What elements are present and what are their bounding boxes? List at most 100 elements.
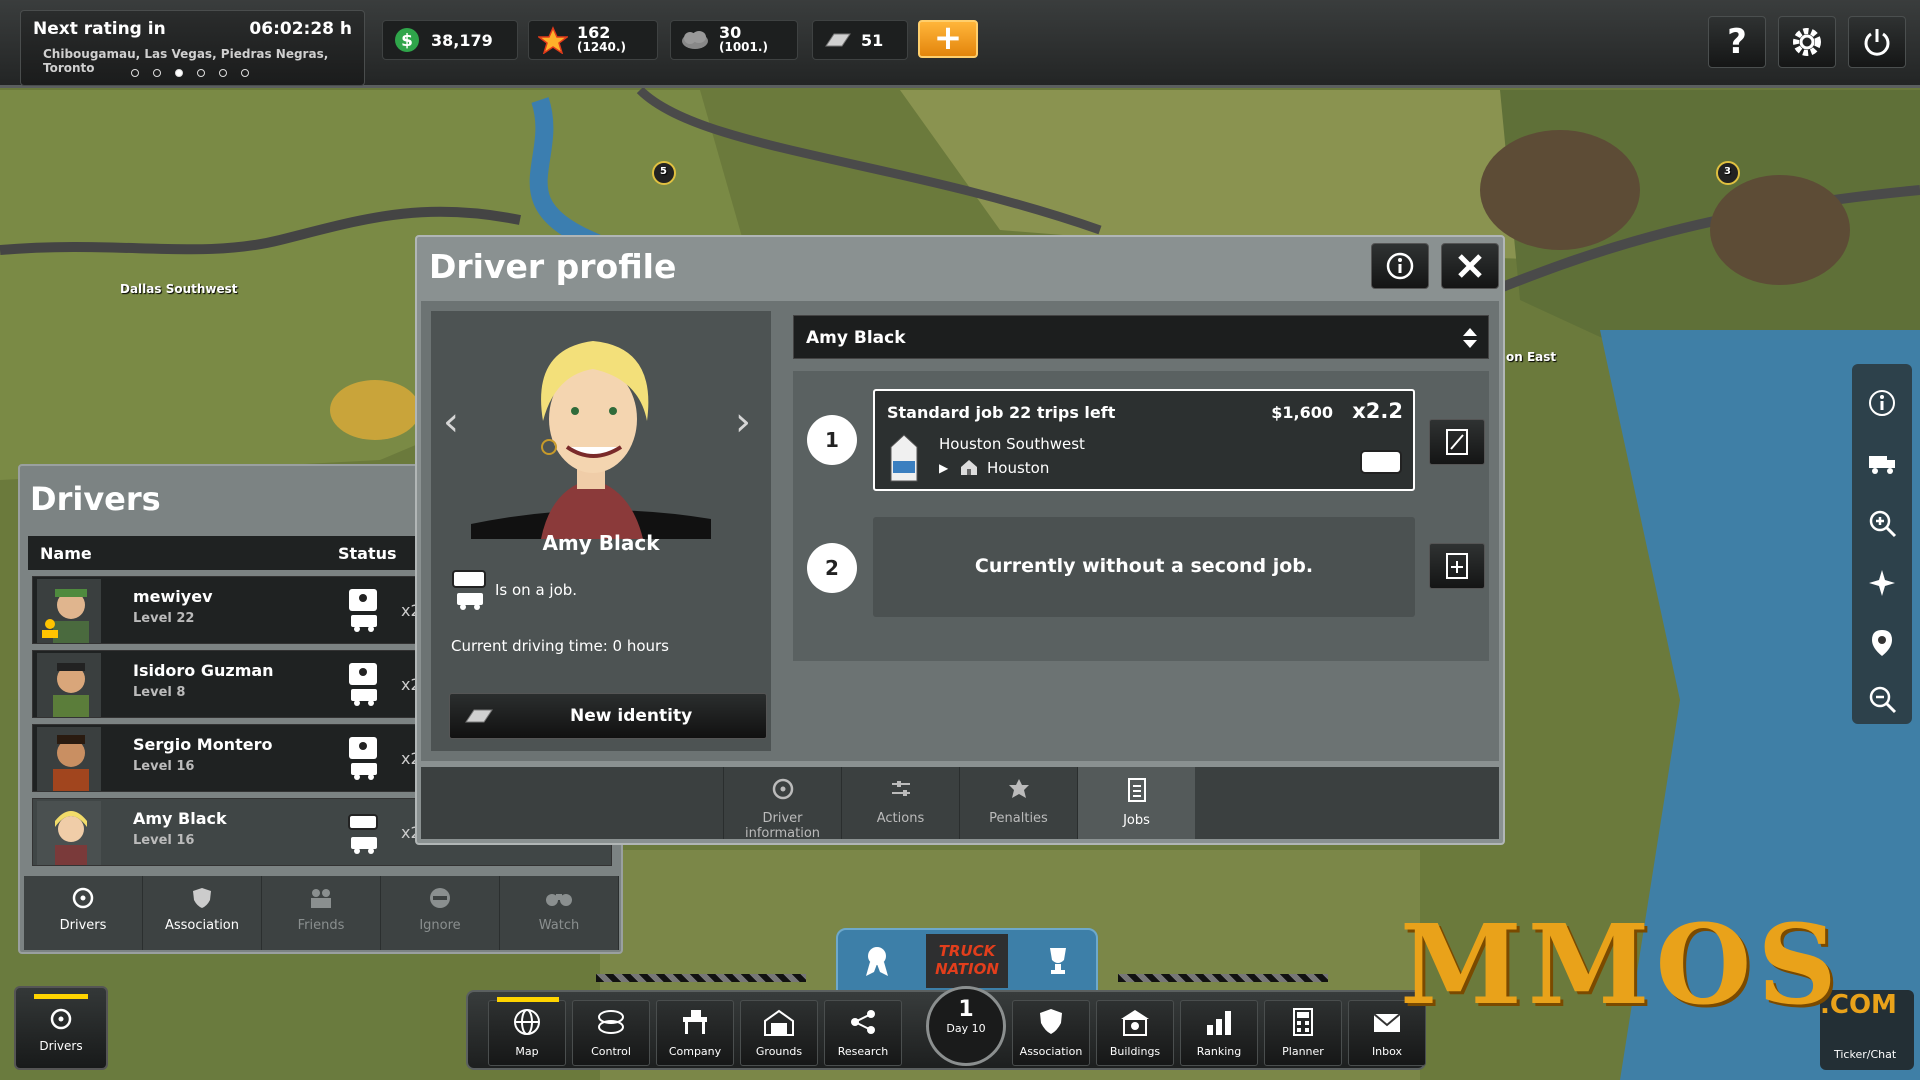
tab-drivers[interactable]: Drivers (24, 876, 143, 950)
globe-icon (514, 1009, 540, 1035)
job-slot-number: 1 (807, 415, 857, 465)
money-resource[interactable]: $ 38,179 (382, 20, 518, 60)
close-button[interactable] (1441, 243, 1499, 289)
steering-wheel-icon (772, 778, 793, 800)
tab-penalties[interactable]: Penalties (959, 767, 1077, 839)
tab-jobs[interactable]: Jobs (1077, 767, 1195, 839)
tab-label: Association (164, 918, 240, 933)
pager-dot-active[interactable] (175, 69, 183, 77)
city-label-east[interactable]: on East (1506, 350, 1556, 364)
zoom-in-icon[interactable] (1867, 508, 1897, 538)
nav-label: Inbox (1371, 1045, 1403, 1058)
nav-buildings[interactable]: Buildings (1096, 1000, 1174, 1066)
tab-actions[interactable]: Actions (841, 767, 959, 839)
steering-wheel-icon (50, 1008, 72, 1030)
job-multiplier: x2.2 (1352, 399, 1403, 423)
zoom-out-icon[interactable] (1867, 684, 1897, 714)
profile-tabs: Driver information Actions Penalties Job… (421, 767, 1499, 841)
map-badge-5[interactable]: 5 (660, 166, 667, 177)
binoculars-icon (546, 894, 572, 906)
nav-company[interactable]: Company (656, 1000, 734, 1066)
buy-currency-button[interactable]: + (918, 20, 978, 58)
reputation-resource[interactable]: 30 (1001.) (670, 20, 798, 60)
sort-arrows-icon (1463, 328, 1477, 348)
driver-name: mewiyev (133, 587, 213, 606)
pager-dot[interactable] (219, 69, 227, 77)
truck-status-icon (1360, 450, 1402, 474)
nav-ranking[interactable]: Ranking (1180, 1000, 1258, 1066)
map-badge-3[interactable]: 3 (1724, 166, 1731, 177)
truck-icon[interactable] (1867, 448, 1897, 478)
drivers-nav-button[interactable]: Drivers (14, 986, 108, 1070)
prev-driver-arrow[interactable]: ‹ (443, 399, 459, 445)
help-button[interactable]: ? (1708, 16, 1766, 68)
next-driver-arrow[interactable]: › (735, 399, 751, 445)
pager-dot[interactable] (153, 69, 161, 77)
nav-control[interactable]: Control (572, 1000, 650, 1066)
job-pay: $1,600 (1271, 403, 1333, 422)
compass-icon[interactable] (1867, 568, 1897, 598)
nav-grounds[interactable]: Grounds (740, 1000, 818, 1066)
pager-dot[interactable] (241, 69, 249, 77)
tab-watch[interactable]: Watch (500, 876, 619, 950)
map-info-icon[interactable] (1867, 388, 1897, 418)
nav-label: Research (837, 1045, 889, 1058)
pager-dot[interactable] (197, 69, 205, 77)
driving-time-text: Current driving time: 0 hours (451, 637, 669, 655)
pager-dot[interactable] (131, 69, 139, 77)
friends-icon (311, 889, 331, 908)
driver-name: Isidoro Guzman (133, 661, 274, 680)
nav-map[interactable]: Map (488, 997, 566, 1066)
on-job-status-icon (452, 570, 486, 610)
clipboard-add-icon (1446, 553, 1468, 579)
question-icon: ? (1727, 22, 1747, 62)
profile-body: ‹ › Amy Black Is on a job. Current drivi… (421, 301, 1499, 761)
day-number: 1 (958, 997, 974, 1022)
network-icon (851, 1010, 875, 1034)
tab-label: Friends (297, 918, 345, 933)
badge-icon (1008, 779, 1029, 798)
gold-resource[interactable]: 51 (812, 20, 908, 60)
sliders-icon (891, 781, 910, 796)
warehouse-icon (961, 460, 977, 475)
info-button[interactable] (1371, 243, 1429, 289)
tab-ignore[interactable]: Ignore (381, 876, 500, 950)
garage-icon (764, 1009, 794, 1036)
tab-friends[interactable]: Friends (262, 876, 381, 950)
tab-driver-information[interactable]: Driver information (723, 767, 841, 841)
drivers-title: Drivers (30, 480, 161, 518)
game-logo[interactable]: TRUCK NATION (926, 934, 1008, 988)
star-icon (537, 25, 569, 55)
portrait-name: Amy Black (542, 531, 660, 555)
selected-driver: Amy Black (806, 328, 906, 348)
job-details-button[interactable] (1429, 419, 1485, 465)
job-card[interactable]: Standard job 22 trips left $1,600 x2.2 H… (873, 389, 1415, 491)
gold-bar-icon (465, 709, 493, 723)
driver-status-icon (349, 663, 377, 706)
col-status[interactable]: Status (338, 544, 397, 563)
col-name[interactable]: Name (40, 544, 92, 563)
nav-research[interactable]: Research (824, 1000, 902, 1066)
new-identity-button[interactable]: New identity (449, 693, 767, 739)
add-job-button[interactable] (1429, 543, 1485, 589)
city-label-dallas[interactable]: Dallas Southwest (120, 282, 238, 296)
award-icon[interactable] (862, 944, 892, 978)
trophy-icon[interactable] (1042, 944, 1074, 976)
settings-button[interactable] (1778, 16, 1836, 68)
bottom-navigation: Map Control Company Grounds Research 1 D… (466, 986, 1426, 1070)
tab-association[interactable]: Association (143, 876, 262, 950)
nav-planner[interactable]: Planner (1264, 1000, 1342, 1066)
day-counter[interactable]: 1 Day 10 (926, 986, 1006, 1066)
location-pin-icon[interactable] (1867, 628, 1897, 658)
cloud-icon (679, 25, 711, 55)
building-icon (1121, 1010, 1149, 1036)
power-button[interactable] (1848, 16, 1906, 68)
nav-label: Planner (1282, 1045, 1324, 1058)
nav-association[interactable]: Association (1012, 1000, 1090, 1066)
driver-portrait (471, 341, 711, 539)
top-bar: Next rating in 06:02:28 h Chibougamau, L… (0, 0, 1920, 88)
rating-pager[interactable] (131, 69, 249, 77)
stars-resource[interactable]: 162 (1240.) (528, 20, 658, 60)
rating-panel[interactable]: Next rating in 06:02:28 h Chibougamau, L… (20, 10, 365, 86)
driver-select-dropdown[interactable]: Amy Black (793, 315, 1489, 359)
